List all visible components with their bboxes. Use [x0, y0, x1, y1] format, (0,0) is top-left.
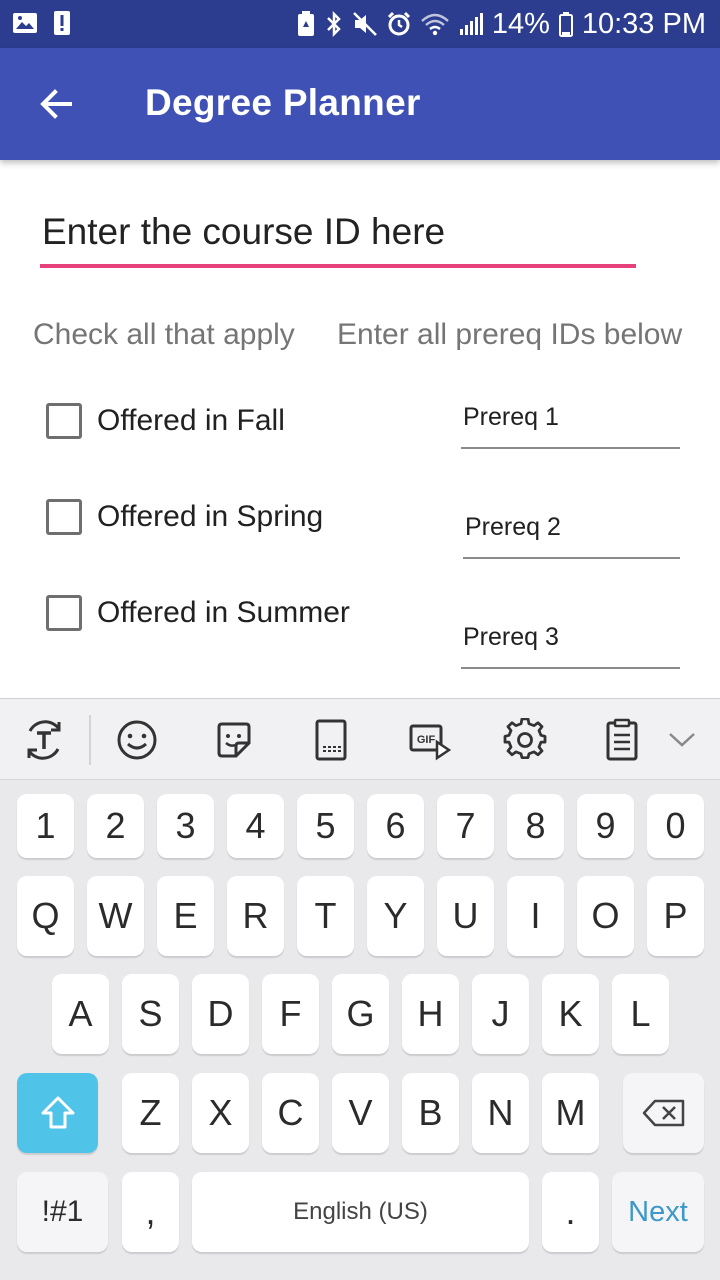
battery-saver-icon	[296, 11, 316, 37]
alarm-icon	[386, 11, 412, 37]
back-arrow-icon	[40, 89, 72, 119]
key-1[interactable]: 1	[17, 794, 74, 858]
key-f[interactable]: F	[262, 974, 319, 1054]
key-j[interactable]: J	[472, 974, 529, 1054]
keyboard: GIF 1 2 3 4 5 6 7 8 9 0 Q W E R T Y U I …	[0, 698, 720, 1280]
key-e[interactable]: E	[157, 876, 214, 956]
battery-percent: 14%	[491, 7, 550, 40]
keyboard-toolbar: GIF	[0, 698, 720, 780]
key-k[interactable]: K	[542, 974, 599, 1054]
text-mode-icon[interactable]	[20, 716, 68, 764]
battery-icon	[558, 11, 574, 37]
key-h[interactable]: H	[402, 974, 459, 1054]
key-5[interactable]: 5	[297, 794, 354, 858]
key-q[interactable]: Q	[17, 876, 74, 956]
keyboard-layout-icon[interactable]	[307, 716, 355, 764]
key-3[interactable]: 3	[157, 794, 214, 858]
key-i[interactable]: I	[507, 876, 564, 956]
key-x[interactable]: X	[192, 1073, 249, 1153]
status-bar: 14% 10:33 PM	[0, 0, 720, 48]
key-t[interactable]: T	[297, 876, 354, 956]
key-s[interactable]: S	[122, 974, 179, 1054]
emoji-icon[interactable]	[113, 716, 161, 764]
backspace-key[interactable]	[623, 1073, 704, 1153]
gif-label: GIF	[417, 734, 436, 746]
backspace-icon	[642, 1099, 684, 1127]
key-4[interactable]: 4	[227, 794, 284, 858]
bluetooth-icon	[324, 11, 344, 37]
key-7[interactable]: 7	[437, 794, 494, 858]
key-g[interactable]: G	[332, 974, 389, 1054]
image-icon	[12, 10, 38, 36]
key-0[interactable]: 0	[647, 794, 704, 858]
key-r[interactable]: R	[227, 876, 284, 956]
key-m[interactable]: M	[542, 1073, 599, 1153]
next-key[interactable]: Next	[612, 1172, 704, 1252]
shift-key[interactable]	[17, 1073, 98, 1153]
checkbox-label: Offered in Summer	[97, 596, 350, 629]
checkbox-label: Offered in Spring	[97, 500, 324, 533]
prereq-hint: Enter all prereq IDs below	[337, 318, 683, 351]
space-key[interactable]: English (US)	[192, 1172, 529, 1252]
key-6[interactable]: 6	[367, 794, 424, 858]
key-d[interactable]: D	[192, 974, 249, 1054]
key-z[interactable]: Z	[122, 1073, 179, 1153]
symbols-key[interactable]: !#1	[17, 1172, 108, 1252]
comma-key[interactable]: ,	[122, 1172, 179, 1252]
page-title: Degree Planner	[145, 82, 421, 123]
clipboard-icon[interactable]	[598, 716, 646, 764]
clock: 10:33 PM	[581, 7, 706, 40]
key-o[interactable]: O	[577, 876, 634, 956]
checkbox-summer[interactable]: Offered in Summer	[46, 595, 350, 631]
app-bar: Degree Planner	[0, 48, 720, 160]
screen: 14% 10:33 PM Degree Planner Check all th…	[0, 0, 720, 1280]
checkbox-fall[interactable]: Offered in Fall	[46, 403, 285, 439]
back-button[interactable]	[30, 78, 82, 130]
key-9[interactable]: 9	[577, 794, 634, 858]
key-c[interactable]: C	[262, 1073, 319, 1153]
prereq-3-input[interactable]: Prereq 3	[461, 623, 680, 669]
shift-arrow-icon	[41, 1096, 74, 1129]
prereq-1-input[interactable]: Prereq 1	[461, 403, 680, 449]
key-p[interactable]: P	[647, 876, 704, 956]
gif-icon[interactable]: GIF	[405, 716, 453, 764]
prereq-placeholder: Prereq 1	[463, 403, 559, 431]
checkbox-box[interactable]	[46, 499, 82, 535]
prereq-placeholder: Prereq 2	[465, 513, 561, 541]
chevron-down-icon[interactable]	[658, 716, 706, 764]
key-b[interactable]: B	[402, 1073, 459, 1153]
key-v[interactable]: V	[332, 1073, 389, 1153]
checkbox-box[interactable]	[46, 595, 82, 631]
settings-icon[interactable]	[501, 716, 549, 764]
course-id-input[interactable]	[40, 208, 636, 268]
sticker-icon[interactable]	[210, 716, 258, 764]
wifi-icon	[420, 11, 450, 37]
key-l[interactable]: L	[612, 974, 669, 1054]
prereq-2-input[interactable]: Prereq 2	[463, 513, 680, 559]
key-y[interactable]: Y	[367, 876, 424, 956]
signal-icon	[458, 11, 484, 37]
key-8[interactable]: 8	[507, 794, 564, 858]
period-key[interactable]: .	[542, 1172, 599, 1252]
toolbar-divider	[89, 715, 91, 765]
key-n[interactable]: N	[472, 1073, 529, 1153]
checkbox-box[interactable]	[46, 403, 82, 439]
checkbox-hint: Check all that apply	[33, 318, 295, 351]
prereq-placeholder: Prereq 3	[463, 623, 559, 651]
checkbox-spring[interactable]: Offered in Spring	[46, 499, 323, 535]
key-u[interactable]: U	[437, 876, 494, 956]
key-a[interactable]: A	[52, 974, 109, 1054]
checkbox-label: Offered in Fall	[97, 404, 285, 437]
key-2[interactable]: 2	[87, 794, 144, 858]
key-w[interactable]: W	[87, 876, 144, 956]
mute-icon	[352, 11, 378, 37]
alert-icon	[52, 10, 78, 36]
